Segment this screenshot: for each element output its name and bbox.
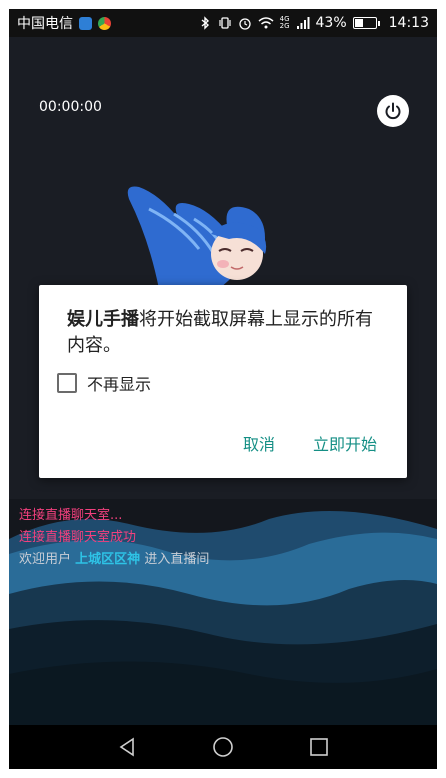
- chat-log: 连接直播聊天室... 连接直播聊天室成功 欢迎用户 上城区区神 进入直播间: [19, 505, 209, 571]
- dont-show-again-label: 不再显示: [87, 375, 152, 394]
- live-timer: 00:00:00: [39, 99, 102, 115]
- power-button[interactable]: [377, 95, 409, 127]
- carrier-label: 中国电信: [17, 16, 73, 32]
- mascot-illustration: [119, 186, 267, 299]
- battery-percent: 43%: [315, 15, 347, 31]
- app-screen: 中国电信 4G 2G 43% 14:13 00:00:00 连接直播聊天室...…: [9, 9, 437, 769]
- welcome-message: 欢迎用户 上城区区神 进入直播间: [19, 549, 209, 571]
- start-now-button[interactable]: 立即开始: [313, 431, 377, 455]
- alarm-icon: [238, 18, 251, 30]
- bluetooth-icon: [201, 16, 209, 30]
- screen-capture-dialog: 娱儿手播将开始截取屏幕上显示的所有内容。 不再显示 取消 立即开始: [39, 285, 407, 478]
- back-icon[interactable]: [115, 735, 139, 759]
- dont-show-again-checkbox[interactable]: [57, 373, 77, 393]
- dialog-message: 娱儿手播将开始截取屏幕上显示的所有内容。: [67, 307, 387, 359]
- dialog-app-name: 娱儿手播: [67, 309, 139, 330]
- network-type: 4G 2G: [280, 16, 290, 30]
- status-right: 4G 2G 43% 14:13: [198, 15, 429, 31]
- chat-message: 连接直播聊天室...: [19, 508, 123, 523]
- battery-fill: [354, 19, 363, 27]
- welcome-prefix: 欢迎用户: [19, 552, 72, 567]
- welcome-user-name[interactable]: 上城区区神: [75, 552, 140, 567]
- battery-icon: [352, 17, 380, 29]
- clock: 14:13: [388, 15, 429, 31]
- recent-apps-icon[interactable]: [307, 735, 331, 759]
- cancel-button[interactable]: 取消: [243, 431, 275, 455]
- chat-message: 连接直播聊天室成功: [19, 530, 137, 545]
- home-icon[interactable]: [211, 735, 235, 759]
- signal-icon: [296, 17, 310, 29]
- status-left: 中国电信: [17, 13, 111, 33]
- welcome-suffix: 进入直播间: [144, 552, 210, 567]
- notification-app-icon: [79, 16, 92, 30]
- power-icon: [385, 102, 401, 120]
- network-type-secondary: 2G: [279, 22, 290, 30]
- notification-chrome-icon: [98, 16, 111, 30]
- wifi-icon: [258, 17, 274, 29]
- vibrate-icon: [219, 17, 231, 29]
- dont-show-again-row[interactable]: 不再显示: [57, 371, 151, 395]
- navigation-bar: [9, 725, 437, 769]
- status-bar: 中国电信 4G 2G 43% 14:13: [9, 9, 437, 37]
